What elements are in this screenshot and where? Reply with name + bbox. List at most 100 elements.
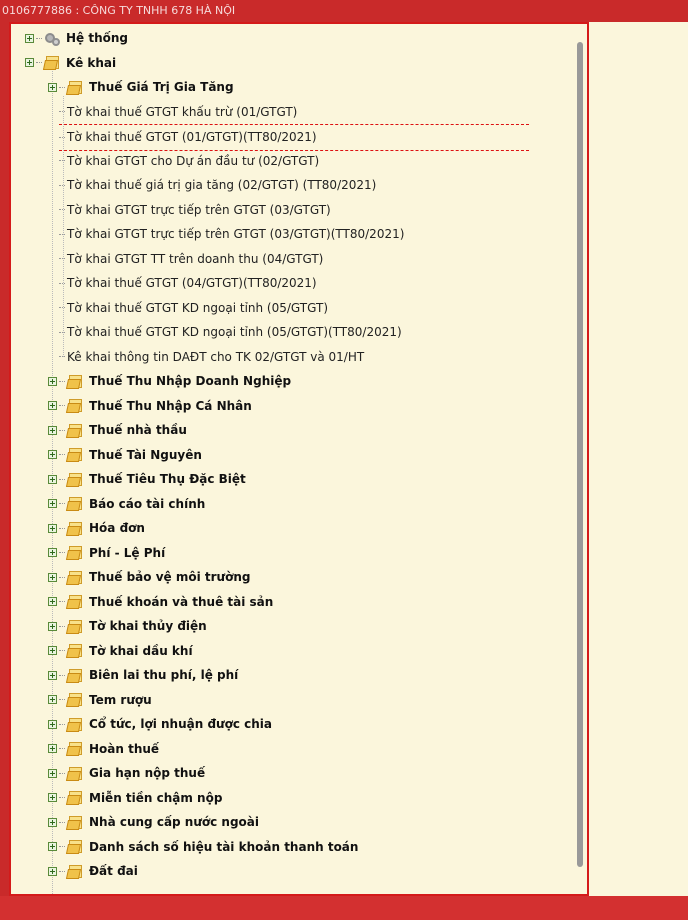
folder-icon [65,521,84,536]
tree-node-group[interactable]: Phí - Lệ Phí [48,541,165,566]
tree-node-group[interactable]: Thuế khoán và thuê tài sản [48,590,273,615]
tree-node-label: Thuế Tiêu Thụ Đặc Biệt [89,472,246,487]
tree-node-group[interactable]: Hoàn thuế [48,737,159,762]
tree-connector [36,37,42,39]
folder-icon [65,790,84,806]
expand-toggle-icon[interactable] [48,817,57,827]
tree-connector [59,282,65,284]
expand-toggle-icon[interactable] [48,621,57,631]
tree-node-label: Kê khai [66,55,117,70]
tree-connector [59,846,65,848]
expand-toggle-icon[interactable] [48,376,57,386]
tree-node-label: Tờ khai GTGT TT trên doanh thu (04/GTGT) [67,251,324,266]
expand-toggle-icon[interactable] [25,33,34,43]
tree-node-group[interactable]: Gia hạn nộp thuế [48,761,205,786]
tree-connector [59,478,65,480]
tree-leaf-item[interactable]: Tờ khai thuế GTGT khấu trừ (01/GTGT) [59,100,297,125]
expand-toggle-icon[interactable] [48,499,57,509]
tree-node-group[interactable]: Tờ khai dầu khí [48,639,193,664]
tree-node-label: Thuế Thu Nhập Cá Nhân [89,398,252,413]
tree-node-group[interactable]: Danh sách số hiệu tài khoản thanh toán [48,835,358,860]
expand-toggle-icon[interactable] [48,646,57,656]
folder-icon [65,80,84,95]
expand-toggle-icon[interactable] [48,425,57,435]
tree-node-label: Gia hạn nộp thuế [89,766,206,781]
expand-toggle-icon[interactable] [48,866,57,876]
tree-node-group[interactable]: Thuế Thu Nhập Doanh Nghiệp [48,369,291,394]
folder-icon [65,472,84,487]
expand-toggle-icon[interactable] [48,548,57,558]
tree-leaf-item[interactable]: Tờ khai GTGT TT trên doanh thu (04/GTGT) [59,247,323,272]
expand-toggle-icon[interactable] [48,768,57,778]
tree-node-label: Thuế Thu Nhập Doanh Nghiệp [89,374,292,389]
tree-node-ke-khai[interactable]: Kê khai [25,51,116,76]
folder-icon [65,545,84,561]
tree-node-group[interactable]: Thuế Tiêu Thụ Đặc Biệt [48,467,246,492]
tree-node-group[interactable]: Báo cáo tài chính [48,492,205,517]
tree-node-label: Tờ khai thuế GTGT (04/GTGT)(TT80/2021) [67,276,317,291]
gear-icon [44,31,61,46]
tree-node-group[interactable]: Thuế nhà thầu [48,418,187,443]
tree-node-group[interactable]: Tem rượu [48,688,152,713]
expand-toggle-icon[interactable] [48,401,57,411]
folder-icon [65,741,84,757]
folder-icon [65,447,84,463]
tree-node-group[interactable]: Thuế Tài Nguyên [48,443,202,468]
folder-icon [65,423,84,438]
tree-node-group[interactable]: Hóa đơn [48,516,145,541]
tree-leaf-item[interactable]: Tờ khai GTGT trực tiếp trên GTGT (03/GTG… [59,198,331,223]
tree-connector [59,625,65,627]
expand-toggle-icon[interactable] [25,58,34,68]
tree-node-group[interactable]: Cổ tức, lợi nhuận được chia [48,712,272,737]
tree-node-group[interactable]: Biên lai thu phí, lệ phí [48,663,238,688]
tree-leaf-item[interactable]: Tờ khai GTGT cho Dự án đầu tư (02/GTGT) [59,149,319,174]
tree-node-group[interactable]: Thuế Thu Nhập Cá Nhân [48,394,252,419]
expand-toggle-icon[interactable] [48,842,57,852]
expand-toggle-icon[interactable] [48,82,57,92]
vertical-scrollbar[interactable] [572,30,587,894]
tree-leaf-item[interactable]: Tờ khai thuế GTGT (04/GTGT)(TT80/2021) [59,271,317,296]
expand-toggle-icon[interactable] [48,670,57,680]
folder-icon [65,815,84,830]
tree-connector [36,62,42,64]
tree-leaf-item[interactable]: Tờ khai thuế giá trị gia tăng (02/GTGT) … [59,173,376,198]
expand-toggle-icon[interactable] [48,572,57,582]
expand-toggle-icon[interactable] [48,793,57,803]
tree-connector [59,454,65,456]
tree-node-group[interactable]: Nhà cung cấp nước ngoài [48,810,259,835]
tree-node-group[interactable]: Tờ khai thủy điện [48,614,207,639]
tree-connector [59,356,65,358]
tree-connector [59,233,65,235]
expand-toggle-icon[interactable] [48,450,57,460]
scrollbar-thumb[interactable] [577,42,583,867]
tree-node-label: Tờ khai thuế giá trị gia tăng (02/GTGT) … [67,178,377,193]
tree-node-label: Phí - Lệ Phí [89,545,166,560]
tree-leaf-item[interactable]: Tờ khai thuế GTGT KD ngoại tỉnh (05/GTGT… [59,296,328,321]
tree-node-label: Tờ khai thuế GTGT (01/GTGT)(TT80/2021) [67,130,317,145]
tree-node-group[interactable]: Thuế bảo vệ môi trường [48,565,250,590]
tree-connector [59,748,65,750]
tree-leaf-item[interactable]: Tờ khai GTGT trực tiếp trên GTGT (03/GTG… [59,222,404,247]
tree-leaf-item-selected[interactable]: Tờ khai thuế GTGT (01/GTGT)(TT80/2021) [59,124,529,151]
tree-node-group[interactable]: Miễn tiền chậm nộp [48,786,222,811]
tree-node-label: Đất đai [89,864,138,879]
expand-toggle-icon[interactable] [48,719,57,729]
tree-node-vat-group[interactable]: Thuế Giá Trị Gia Tăng [48,75,234,100]
tree-leaf-item[interactable]: Kê khai thông tin DAĐT cho TK 02/GTGT và… [59,345,364,370]
tree-connector [59,111,65,113]
expand-toggle-icon[interactable] [48,523,57,533]
tree-node-label: Tờ khai thuế GTGT khấu trừ (01/GTGT) [67,104,298,119]
expand-toggle-icon[interactable] [48,474,57,484]
tree-leaf-item[interactable]: Tờ khai thuế GTGT KD ngoại tỉnh (05/GTGT… [59,320,402,345]
tree-connector [59,723,65,725]
tree-node-label: Danh sách số hiệu tài khoản thanh toán [89,839,359,854]
folder-icon [65,643,84,659]
expand-toggle-icon[interactable] [48,597,57,607]
tree-node-group[interactable]: Đất đai [48,859,138,884]
tree-connector [59,184,65,186]
tree-node-he-thong[interactable]: Hệ thống [25,26,128,51]
tree-connector [59,797,65,799]
expand-toggle-icon[interactable] [48,744,57,754]
tree-connector [59,429,65,431]
expand-toggle-icon[interactable] [48,695,57,705]
